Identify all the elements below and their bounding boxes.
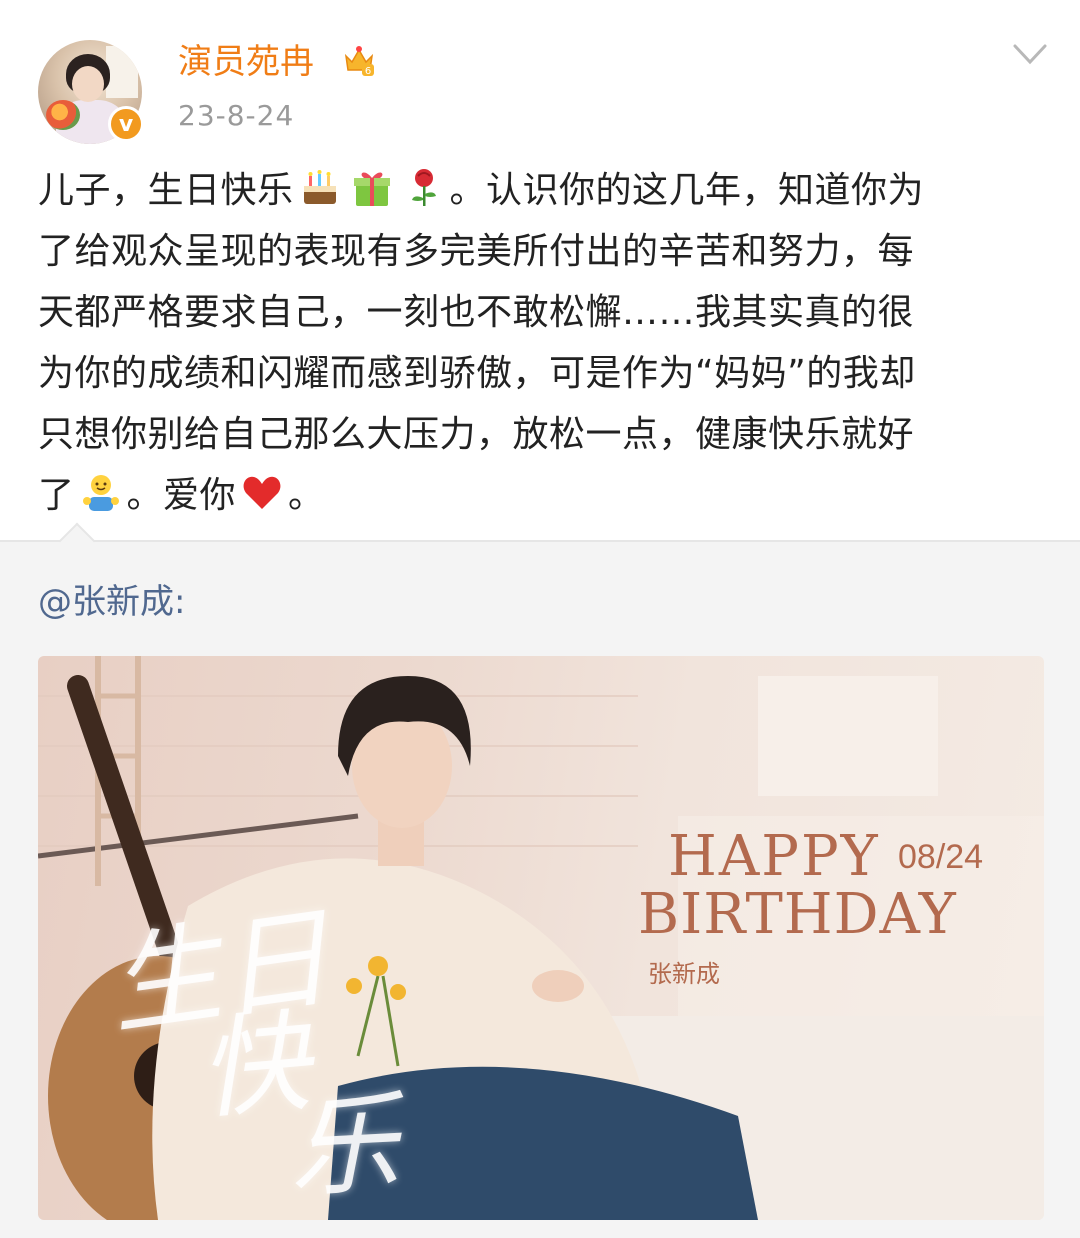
svg-text:6: 6 <box>365 66 371 77</box>
content-line: 为你的成绩和闪耀而感到骄傲，可是作为“妈妈”的我却 <box>38 353 916 394</box>
hug-icon <box>82 475 119 511</box>
repost-image[interactable]: HAPPY 08/24 BIRTHDAY 张新成 生日 快 乐 <box>38 656 1044 1220</box>
content-line: 。 <box>288 475 325 516</box>
calligraphy-text: 乐 <box>285 1079 402 1213</box>
gift-icon <box>353 172 390 206</box>
post-content: 儿子，生日快乐 。认识你的这几年，知道你为 了给观众呈现的表现有多完美所付出的辛苦… <box>38 160 1048 526</box>
content-line: 了给观众呈现的表现有多完美所付出的辛苦和努力，每 <box>38 231 915 272</box>
vip-crown-icon[interactable]: 6 <box>342 44 376 78</box>
rose-icon <box>411 169 436 206</box>
weibo-post: v 演员苑冉 6 23-8-24 儿子，生日快乐 。认识你的这几年，知道你为 了给… <box>0 0 1080 540</box>
content-line: 了 <box>38 475 75 516</box>
birthday-date: 08/24 <box>898 838 984 876</box>
verified-badge-icon: v <box>108 106 144 142</box>
content-line: 儿子，生日快乐 <box>38 170 294 211</box>
birthday-text: BIRTHDAY <box>638 882 957 947</box>
username[interactable]: 演员苑冉 <box>178 38 314 86</box>
content-line: 天都严格要求自己，一刻也不敢松懈……我其实真的很 <box>38 292 915 333</box>
avatar-flowers <box>46 100 80 130</box>
avatar-background-paper <box>106 46 138 98</box>
repost-mention-link[interactable]: @张新成: <box>38 578 185 626</box>
heart-icon <box>243 476 281 509</box>
happy-text: HAPPY <box>668 824 880 889</box>
cake-icon <box>303 170 336 204</box>
content-line: 。认识你的这几年，知道你为 <box>449 170 925 211</box>
timestamp: 23-8-24 <box>178 99 295 132</box>
chevron-down-icon[interactable] <box>1012 40 1048 70</box>
content-line: 只想你别给自己那么大压力，放松一点，健康快乐就好 <box>38 414 915 455</box>
content-line: 。爱你 <box>126 475 237 516</box>
birthday-name: 张新成 <box>648 960 720 988</box>
avatar-face <box>72 66 104 102</box>
